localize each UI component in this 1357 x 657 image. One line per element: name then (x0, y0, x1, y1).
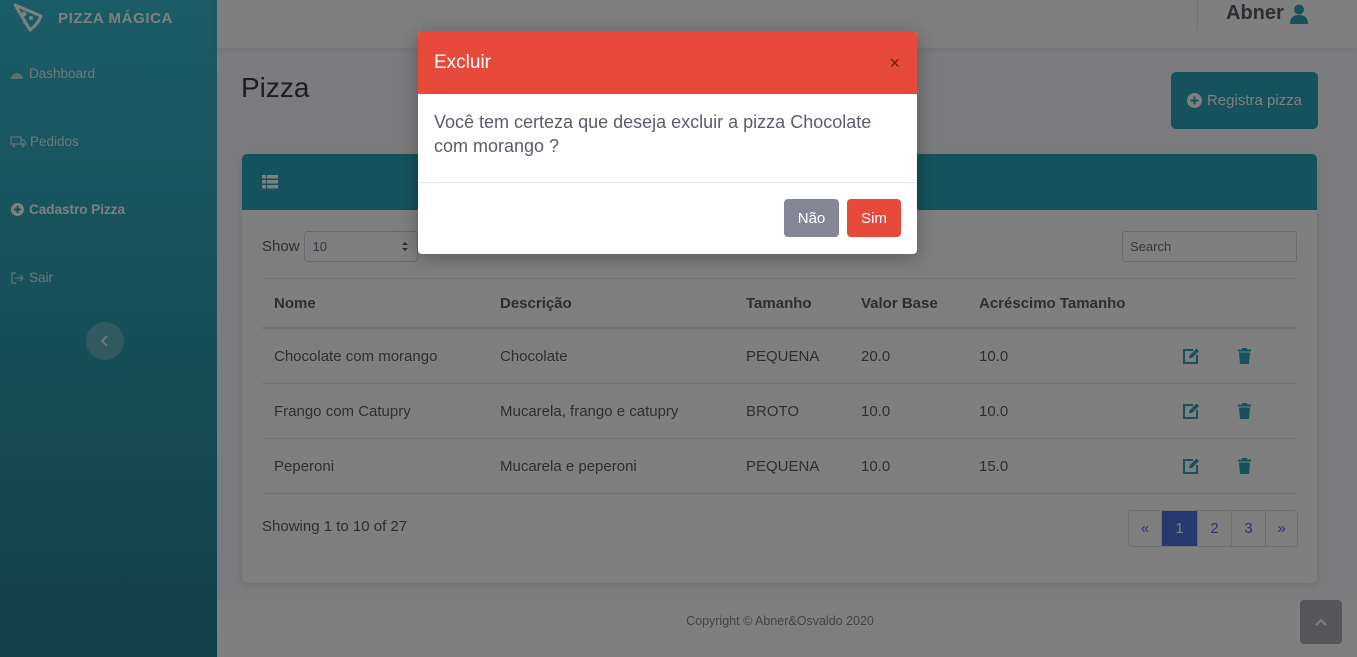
modal-footer: Não Sim (418, 183, 917, 253)
modal-message: Você tem certeza que deseja excluir a pi… (418, 94, 917, 183)
modal-title: Excluir (434, 51, 492, 73)
close-icon[interactable]: × (889, 54, 900, 72)
confirm-delete-button[interactable]: Sim (847, 199, 901, 237)
cancel-button[interactable]: Não (784, 199, 839, 237)
delete-confirm-modal: Excluir × Você tem certeza que deseja ex… (418, 31, 917, 254)
modal-header: Excluir × (418, 31, 917, 94)
